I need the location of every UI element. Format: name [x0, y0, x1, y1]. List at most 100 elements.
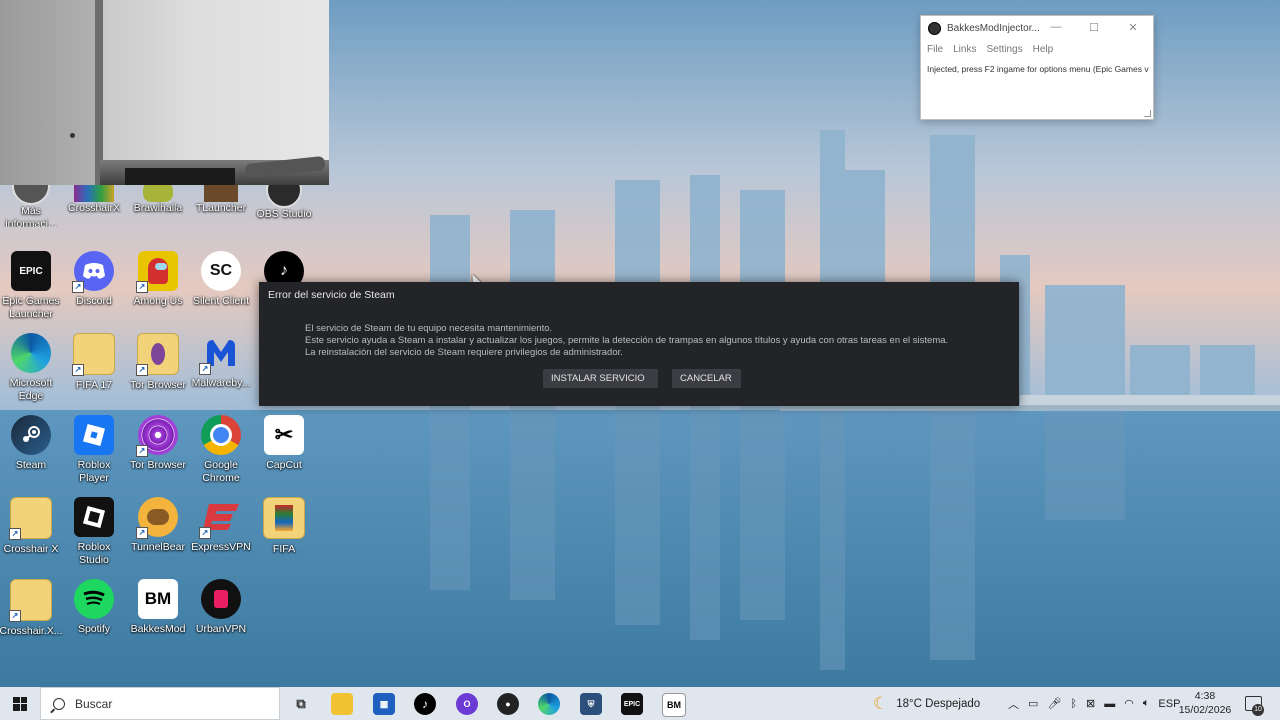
desktop-icon-tor-browser-folder[interactable]: ↗ Tor Browser — [126, 333, 190, 392]
wifi-icon[interactable]: ◠ — [1124, 697, 1134, 710]
roblox-logo — [82, 423, 106, 447]
desktop-icon-label: Crosshair.X... — [0, 625, 63, 637]
obs-icon — [266, 185, 302, 208]
minimize-icon[interactable]: — — [1049, 21, 1063, 35]
steam-icon — [11, 415, 51, 455]
webcam-door-knob — [70, 133, 75, 138]
desktop-icon-expressvpn[interactable]: ↗ ExpressVPN — [189, 497, 253, 554]
desktop-icon-tunnelbear[interactable]: ↗ TunnelBear — [126, 497, 190, 554]
desktop-icon-discord[interactable]: ↗ Discord — [62, 251, 126, 308]
weather-text: 18°C Despejado — [896, 697, 981, 710]
epic-games-taskbar-icon[interactable]: EPIC — [621, 693, 643, 715]
roblox-studio-icon — [74, 497, 114, 537]
roblox-icon — [74, 415, 114, 455]
desktop-icon-label: FIFA — [272, 543, 296, 555]
desktop-icon-brawlhalla[interactable]: Brawlhalla — [126, 185, 190, 227]
dialog-message-line: El servicio de Steam de tu equipo necesi… — [305, 323, 553, 334]
desktop-icon-spotify[interactable]: Spotify — [62, 579, 126, 636]
shield-icon[interactable]: ⛨ — [580, 693, 602, 715]
chevron-up-icon[interactable]: ︿ — [1008, 696, 1019, 712]
cancel-button[interactable]: CANCELAR — [672, 369, 741, 388]
menu-settings[interactable]: Settings — [986, 44, 1022, 55]
fifa-icon — [263, 497, 305, 539]
clock-time: 4:38 — [1194, 690, 1216, 702]
desktop-icon-google-chrome[interactable]: Google Chrome — [189, 415, 253, 485]
webcam-overlay — [0, 0, 329, 185]
desktop-icon-among-us[interactable]: ↗ Among Us — [126, 251, 190, 308]
desktop-icon-steam[interactable]: Steam — [0, 415, 63, 472]
tray-app-icon[interactable]: ▭ — [1028, 697, 1038, 710]
window-titlebar[interactable]: BakkesModInjector... — ☐ ✕ — [921, 16, 1153, 40]
epic-games-icon: EPIC — [11, 251, 51, 291]
desktop-icon-urbanvpn[interactable]: UrbanVPN — [189, 579, 253, 636]
urbanvpn-icon — [201, 579, 241, 619]
desktop-icon-fifa[interactable]: FIFA — [252, 497, 316, 556]
file-explorer-icon[interactable] — [331, 693, 353, 715]
desktop-icon-label: Crosshair X — [3, 543, 59, 555]
desktop-icon-malwarebytes[interactable]: ↗ Malwareby... — [189, 333, 253, 390]
search-placeholder: Buscar — [75, 696, 113, 711]
install-service-button[interactable]: INSTALAR SERVICIO — [543, 369, 658, 388]
desktop-icon-silent-client[interactable]: SC Silent Client — [189, 251, 253, 308]
shortcut-arrow-icon: ↗ — [136, 281, 148, 293]
desktop-icon-label: BakkesMod — [130, 623, 186, 635]
desktop-icon-crosshair-x-folder[interactable]: ↗ Crosshair X — [0, 497, 63, 556]
maximize-icon[interactable]: ☐ — [1087, 21, 1101, 35]
edge-taskbar-icon[interactable] — [538, 693, 560, 715]
desktop-icon-label: Tor Browser — [129, 379, 186, 391]
desktop-icon-label: Tor Browser — [129, 459, 186, 471]
desktop-icon-roblox-studio[interactable]: Roblox Studio — [62, 497, 126, 567]
bluetooth-icon[interactable]: ᛒ — [1070, 698, 1077, 710]
desktop-icon-label: Roblox Player — [77, 459, 111, 484]
menu-links[interactable]: Links — [953, 44, 976, 55]
taskbar-clock[interactable]: 4:38 15/02/2026 — [1175, 689, 1235, 717]
desktop-icon-microsoft-edge[interactable]: Microsoft Edge — [0, 333, 63, 403]
desktop-icon-tor-browser[interactable]: ↗ Tor Browser — [126, 415, 190, 472]
obs-taskbar-icon[interactable]: ● — [497, 693, 519, 715]
dialog-message-line: Este servicio ayuda a Steam a instalar y… — [305, 335, 949, 346]
menu-help[interactable]: Help — [1033, 44, 1054, 55]
discord-logo — [83, 263, 105, 279]
desktop-icon-label: Más informaci... — [5, 205, 57, 227]
among-us-crewmate — [148, 258, 168, 284]
fifa-cover — [275, 505, 293, 531]
desktop-icon-tlauncher[interactable]: TLauncher — [189, 185, 253, 227]
desktop-icon-crosshair-x-zip[interactable]: ↗ Crosshair.X... — [0, 579, 63, 638]
tiktok-taskbar-icon[interactable]: ♪ — [414, 693, 436, 715]
resize-grip-icon[interactable] — [1144, 110, 1151, 117]
weather-widget[interactable]: ☾ 18°C Despejado — [873, 687, 980, 720]
desktop-icon-capcut[interactable]: ✂ CapCut — [252, 415, 316, 472]
battery-icon[interactable]: ▬ — [1104, 698, 1115, 710]
bakkesmod-injector-window[interactable]: BakkesModInjector... — ☐ ✕ File Links Se… — [920, 15, 1154, 120]
desktop-icon-roblox-player[interactable]: Roblox Player — [62, 415, 126, 485]
bakkesmod-app-icon — [928, 21, 941, 35]
capcut-icon: ✂ — [264, 415, 304, 455]
silent-client-icon: SC — [201, 251, 241, 291]
desktop-icon-label: ExpressVPN — [191, 541, 251, 553]
notification-count-badge: 10 — [1252, 704, 1264, 716]
start-button[interactable] — [0, 687, 40, 720]
microsoft-store-icon[interactable]: ▦ — [373, 693, 395, 715]
desktop-icon-epic-games[interactable]: EPIC Epic Games Launcher — [0, 251, 63, 321]
menu-file[interactable]: File — [927, 44, 943, 55]
window-title: BakkesModInjector... — [947, 22, 1040, 34]
volume-icon[interactable]: 🔈︎ — [1143, 697, 1150, 710]
spotify-icon — [74, 579, 114, 619]
desktop-icon-fifa-17[interactable]: ↗ FIFA 17 — [62, 333, 126, 392]
injector-status-text: Injected, press F2 ingame for options me… — [927, 64, 1149, 74]
close-icon[interactable]: ✕ — [1126, 21, 1140, 35]
desktop-icon-bakkesmod[interactable]: BM BakkesMod — [126, 579, 190, 636]
task-view-icon[interactable]: ⧉ — [290, 693, 312, 715]
desktop-icon-crosshairx[interactable]: CrosshairX — [62, 185, 126, 227]
desktop-icon-label: Microsoft Edge — [9, 377, 53, 402]
opera-gx-icon[interactable]: O — [456, 693, 478, 715]
bakkesmod-taskbar-icon[interactable]: BM — [662, 693, 686, 717]
webcam-door — [0, 0, 97, 185]
tor-icon: ↗ — [136, 415, 178, 457]
security-icon[interactable]: ⊠ — [1086, 697, 1095, 710]
taskbar-search-box[interactable]: Buscar — [40, 687, 280, 720]
microphone-icon[interactable]: 🎤︎ — [1047, 697, 1061, 710]
desktop-icon-obs-studio[interactable]: OBS Studio — [252, 185, 316, 227]
desktop-icon-mas-informacion[interactable]: Más informaci... — [0, 185, 63, 227]
shortcut-arrow-icon: ↗ — [199, 363, 211, 375]
